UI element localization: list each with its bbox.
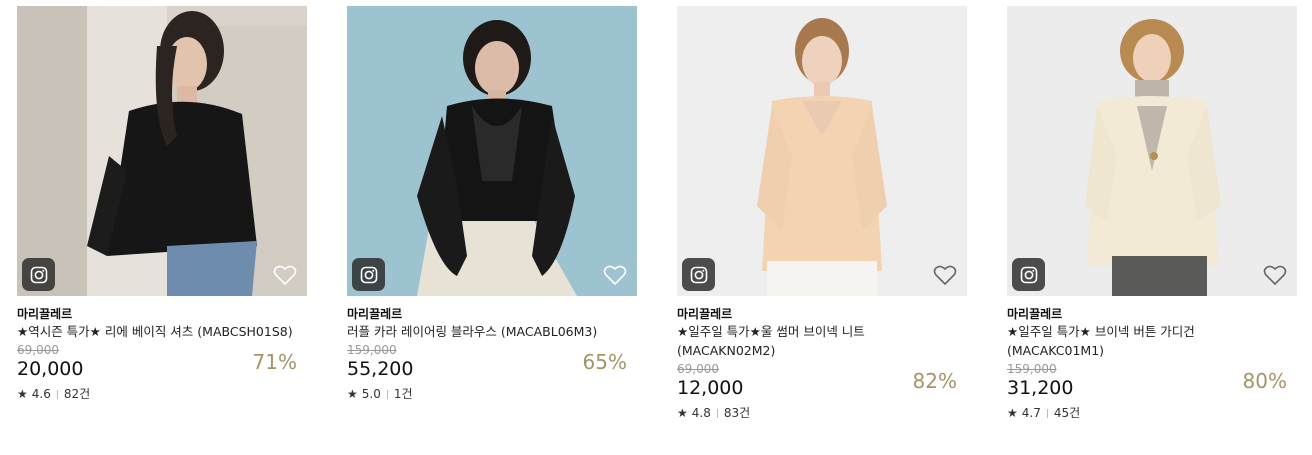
product-image[interactable]: [1007, 6, 1297, 296]
divider: [386, 390, 388, 399]
sale-price: 31,200: [1007, 377, 1074, 399]
instagram-icon: [690, 266, 707, 283]
brand-name[interactable]: 마리끌레르: [347, 306, 637, 322]
product-name[interactable]: 러플 카라 레이어링 블라우스 (MACABL06M3): [347, 322, 627, 341]
rating-score: 4.7: [1021, 406, 1041, 420]
heart-icon[interactable]: [273, 264, 297, 286]
star-icon: ★: [17, 387, 28, 401]
divider: [1046, 409, 1048, 418]
discount-rate: 80%: [1242, 369, 1287, 393]
product-name[interactable]: ★역시즌 특가★ 리에 베이직 셔츠 (MABCSH01S8): [17, 322, 297, 341]
discount-rate: 82%: [912, 369, 957, 393]
rating: ★ 4.6 82건: [17, 387, 307, 402]
divider: [716, 409, 718, 418]
discount-rate: 71%: [252, 350, 297, 374]
heart-icon[interactable]: [933, 264, 957, 286]
sale-price: 12,000: [677, 377, 744, 399]
instagram-button[interactable]: [682, 258, 715, 291]
brand-name[interactable]: 마리끌레르: [677, 306, 967, 322]
heart-icon[interactable]: [603, 264, 627, 286]
instagram-icon: [360, 266, 377, 283]
instagram-button[interactable]: [352, 258, 385, 291]
product-image[interactable]: [347, 6, 637, 296]
discount-rate: 65%: [582, 350, 627, 374]
review-count: 82건: [63, 387, 91, 401]
divider: [56, 390, 58, 399]
product-card[interactable]: 마리끌레르 ★일주일 특가★ 브이넥 버튼 가디건 (MACAKC01M1) 1…: [1007, 6, 1297, 421]
instagram-icon: [30, 266, 47, 283]
brand-name[interactable]: 마리끌레르: [1007, 306, 1297, 322]
instagram-icon: [1020, 266, 1037, 283]
rating: ★ 4.8 83건: [677, 406, 967, 421]
star-icon: ★: [347, 387, 358, 401]
sale-price: 55,200: [347, 358, 414, 380]
product-card[interactable]: 마리끌레르 러플 카라 레이어링 블라우스 (MACABL06M3) 159,0…: [347, 6, 637, 402]
rating-score: 4.6: [31, 387, 51, 401]
star-icon: ★: [677, 406, 688, 420]
product-name[interactable]: ★일주일 특가★울 썸머 브이넥 니트 (MACAKN02M2): [677, 322, 957, 360]
review-count: 83건: [723, 406, 751, 420]
sale-price: 20,000: [17, 358, 84, 380]
rating-score: 5.0: [361, 387, 381, 401]
instagram-button[interactable]: [22, 258, 55, 291]
star-icon: ★: [1007, 406, 1018, 420]
rating: ★ 4.7 45건: [1007, 406, 1297, 421]
product-image[interactable]: [17, 6, 307, 296]
product-card[interactable]: 마리끌레르 ★역시즌 특가★ 리에 베이직 셔츠 (MABCSH01S8) 69…: [17, 6, 307, 402]
review-count: 1건: [393, 387, 413, 401]
rating-score: 4.8: [691, 406, 711, 420]
heart-icon[interactable]: [1263, 264, 1287, 286]
instagram-button[interactable]: [1012, 258, 1045, 291]
rating: ★ 5.0 1건: [347, 387, 637, 402]
product-image[interactable]: [677, 6, 967, 296]
review-count: 45건: [1053, 406, 1081, 420]
product-card[interactable]: 마리끌레르 ★일주일 특가★울 썸머 브이넥 니트 (MACAKN02M2) 6…: [677, 6, 967, 421]
product-name[interactable]: ★일주일 특가★ 브이넥 버튼 가디건 (MACAKC01M1): [1007, 322, 1287, 360]
brand-name[interactable]: 마리끌레르: [17, 306, 307, 322]
